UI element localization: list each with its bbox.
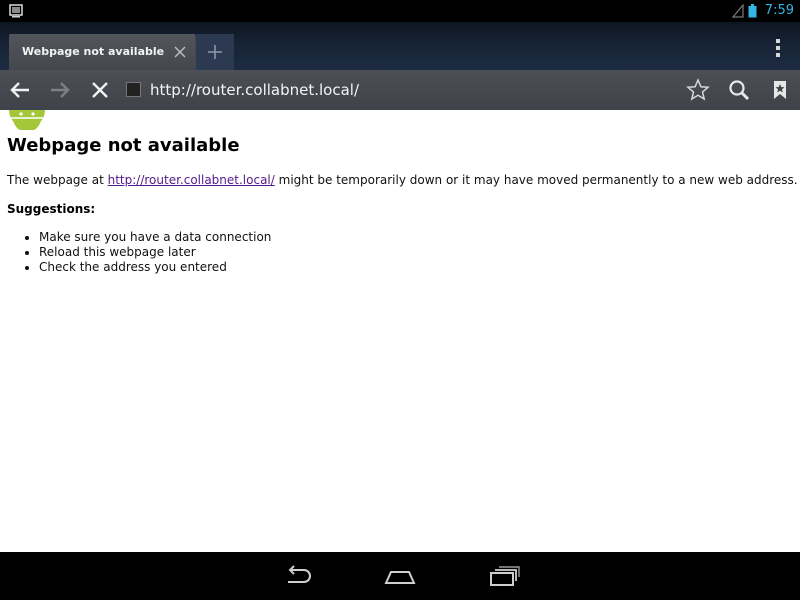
desc-after: might be temporarily down or it may have…: [274, 173, 798, 187]
suggestions-heading: Suggestions:: [7, 202, 96, 216]
back-icon[interactable]: [8, 78, 32, 102]
tab-title: Webpage not available: [22, 45, 165, 58]
list-item: Reload this webpage later: [39, 245, 271, 260]
search-icon[interactable]: [727, 78, 751, 102]
tab-strip: Webpage not available: [0, 22, 800, 70]
stop-icon[interactable]: [88, 78, 112, 102]
signal-icon: [731, 4, 744, 18]
forward-icon[interactable]: [48, 78, 72, 102]
battery-icon: [748, 4, 757, 18]
status-bar: 7:59: [0, 0, 800, 22]
star-icon[interactable]: [686, 78, 710, 102]
bookmarks-icon[interactable]: [768, 78, 792, 102]
navigation-bar: [0, 552, 800, 600]
plus-icon: [208, 45, 222, 59]
screenshot-icon: [9, 4, 23, 18]
list-item: Make sure you have a data connection: [39, 230, 271, 245]
failed-url-link[interactable]: http://router.collabnet.local/: [108, 173, 275, 187]
recent-apps-icon[interactable]: [488, 564, 522, 588]
tab-webpage-not-available[interactable]: Webpage not available: [9, 34, 209, 70]
status-icons: 7:59: [731, 0, 794, 22]
overflow-menu-icon[interactable]: [774, 38, 782, 58]
home-icon[interactable]: [383, 564, 417, 588]
desc-before: The webpage at: [7, 173, 108, 187]
site-favicon-icon: [126, 82, 141, 97]
webpage-content: Webpage not available The webpage at htt…: [0, 110, 800, 552]
suggestions-list: Make sure you have a data connection Rel…: [7, 230, 271, 275]
url-field[interactable]: http://router.collabnet.local/: [150, 70, 359, 110]
screen: 7:59 Webpage not available http://router…: [0, 0, 800, 600]
url-toolbar: http://router.collabnet.local/: [0, 70, 800, 111]
close-icon[interactable]: [173, 45, 187, 59]
list-item: Check the address you entered: [39, 260, 271, 275]
status-time: 7:59: [764, 3, 794, 18]
back-nav-icon[interactable]: [280, 564, 314, 588]
page-title: Webpage not available: [7, 135, 240, 156]
error-description: The webpage at http://router.collabnet.l…: [7, 173, 798, 187]
android-robot-icon: [9, 110, 45, 130]
new-tab-button[interactable]: [196, 34, 234, 70]
